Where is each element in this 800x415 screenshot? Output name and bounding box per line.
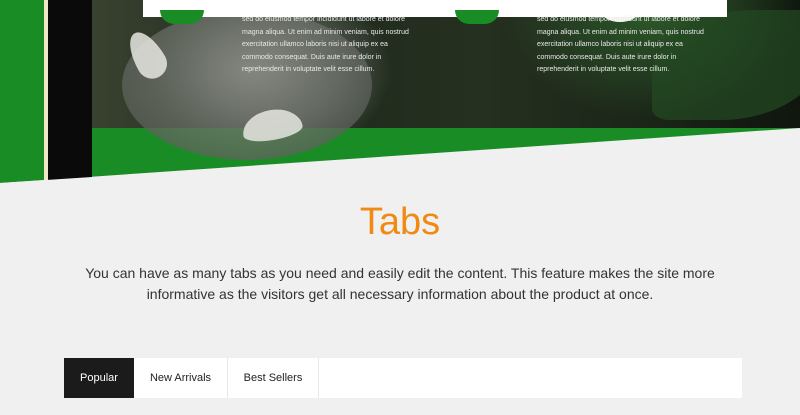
section-description: You can have as many tabs as you need an…	[85, 265, 715, 302]
text-line: sed do eiusmod tempor incididunt ut labo…	[242, 16, 406, 23]
text-line: magna aliqua. Ut enim ad minim veniam, q…	[537, 28, 704, 36]
text-line: exercitation ullamco laboris nisi ut ali…	[537, 41, 683, 48]
text-line: commodo consequat. Duis aute irure dolor…	[537, 53, 677, 61]
text-line: commodo consequat. Duis aute irure dolor…	[242, 53, 382, 61]
tab-bar: Popular New Arrivals Best Sellers	[64, 358, 742, 398]
text-line: magna aliqua. Ut enim ad minim veniam, q…	[242, 28, 409, 36]
text-line: sed do eiusmod tempor incididunt ut labo…	[537, 16, 701, 23]
tab-new-arrivals[interactable]: New Arrivals	[134, 358, 228, 398]
tab-best-sellers[interactable]: Best Sellers	[228, 358, 319, 398]
text-line: reprehenderit in voluptate velit esse ci…	[242, 66, 375, 73]
feature-text-right: sed do eiusmod tempor incididunt ut labo…	[537, 14, 737, 77]
feature-text-left: sed do eiusmod tempor incididunt ut labo…	[242, 14, 442, 77]
section-title: Tabs	[359, 201, 441, 243]
tab-popular[interactable]: Popular	[64, 358, 134, 398]
text-line: exercitation ullamco laboris nisi ut ali…	[242, 41, 388, 48]
text-line: reprehenderit in voluptate velit esse ci…	[537, 66, 670, 73]
hero-banner: sed do eiusmod tempor incididunt ut labo…	[0, 0, 800, 200]
